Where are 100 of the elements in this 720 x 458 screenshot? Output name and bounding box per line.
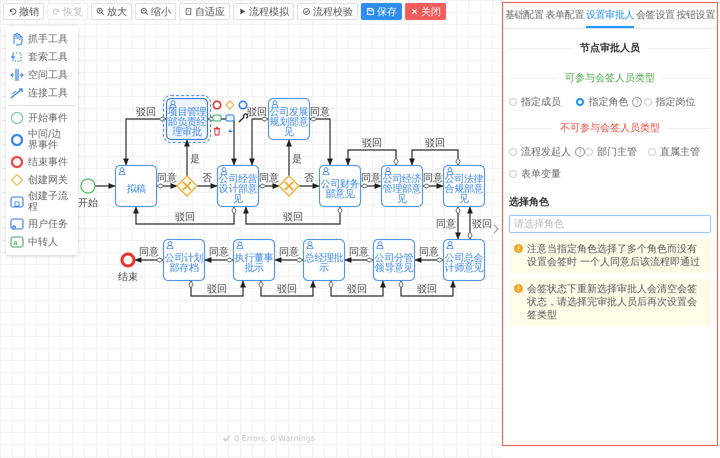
space-icon xyxy=(10,68,24,82)
radio-option[interactable]: 表单变量 xyxy=(509,167,585,181)
edge-label: 驳回 xyxy=(417,284,437,295)
task-label: 公司财务部意见 xyxy=(320,180,360,200)
event-label: 结束 xyxy=(118,272,138,283)
lasso-icon xyxy=(10,50,24,64)
check-icon xyxy=(222,434,231,443)
connector-arrow xyxy=(258,280,316,297)
circle-icon[interactable] xyxy=(212,100,222,110)
zoom-out-icon xyxy=(140,7,149,16)
palette-item[interactable]: 抓手工具 xyxy=(6,30,78,48)
connector-arrow xyxy=(258,183,280,189)
undo-icon xyxy=(8,7,17,16)
edge-label: 同意 xyxy=(157,173,177,184)
connector-arrow xyxy=(274,257,304,263)
edge-label: 是 xyxy=(292,154,302,165)
edge-label: 同意 xyxy=(436,219,456,230)
connector-arrow xyxy=(360,183,382,189)
field-label: 选择角色 xyxy=(509,196,550,209)
connector-arrow xyxy=(467,206,473,240)
check-icon xyxy=(302,7,311,16)
palette-item[interactable]: 开始事件 xyxy=(6,109,78,127)
panel-tab[interactable]: 按钮设置 xyxy=(676,3,715,28)
connector-arrow xyxy=(184,139,190,176)
edge-label: 同意 xyxy=(419,247,439,258)
toolbar-button[interactable]: 自适应 xyxy=(179,3,230,20)
close-icon xyxy=(410,7,419,16)
radio-option[interactable]: 直属主管 xyxy=(648,145,711,159)
connector-arrow xyxy=(204,257,234,263)
toolbar-button[interactable]: 流程模拟 xyxy=(233,3,294,20)
wrench-icon[interactable] xyxy=(238,113,248,123)
collapse-icon[interactable] xyxy=(493,224,499,234)
palette-item[interactable]: 用户任务 xyxy=(6,215,78,233)
circle-icon xyxy=(10,111,24,125)
connector-arrow xyxy=(208,116,237,166)
warning-icon xyxy=(514,284,523,293)
warning-icon xyxy=(514,244,523,253)
palette-item[interactable]: 创建网关 xyxy=(6,171,78,189)
section-title: 节点审批人员 xyxy=(580,41,640,55)
palette-item[interactable]: 创建子流程 xyxy=(6,189,78,215)
user-task-icon xyxy=(10,217,24,231)
edge-label: 驳回 xyxy=(136,107,156,118)
connector-arrow xyxy=(398,280,456,297)
edge-label: 否 xyxy=(304,173,314,184)
radio-option[interactable]: 指定成员 xyxy=(509,95,576,109)
circle-icon xyxy=(10,133,24,147)
edge-label: 驳回 xyxy=(207,284,227,295)
toolbar-button[interactable]: 流程校验 xyxy=(297,3,358,20)
edge-label: 驳回 xyxy=(175,212,195,223)
subprocess-icon xyxy=(10,195,24,209)
edge-label: 同意 xyxy=(361,173,381,184)
toolbar-button[interactable]: 缩小 xyxy=(135,3,176,20)
connector-arrow xyxy=(123,116,166,166)
edge-label: 驳回 xyxy=(362,138,382,149)
edge-label: 同意 xyxy=(279,247,299,258)
notice-text: 会签状态下重新选择审批人会清空会签状态，请选择完审批人员后再次设置会签类型 xyxy=(527,283,698,322)
play-icon xyxy=(238,7,247,16)
redo-icon xyxy=(52,7,61,16)
connector-arrow xyxy=(345,149,398,166)
trash-icon[interactable] xyxy=(212,126,222,136)
connector-arrow xyxy=(95,183,116,189)
connector-arrow xyxy=(299,183,320,189)
task-label: 执行董事批示 xyxy=(234,254,274,274)
palette-item[interactable]: 结束事件 xyxy=(6,153,78,171)
connector-arrow xyxy=(344,257,374,263)
connector-arrow xyxy=(197,183,218,189)
connector-arrow xyxy=(310,116,333,166)
task-label: 公司总会计师意见 xyxy=(444,254,484,274)
connector-arrow xyxy=(455,206,461,240)
connector-arrow xyxy=(188,280,246,297)
task-label: 公司分管领导意见 xyxy=(374,254,414,274)
connector-arrow xyxy=(249,116,268,166)
role-select-field[interactable]: 请选择角色 xyxy=(509,215,711,233)
radio-option[interactable]: 部门主管 xyxy=(585,145,648,159)
panel-tab[interactable]: 基础配置 xyxy=(505,3,544,28)
lightning-icon[interactable] xyxy=(225,126,235,136)
connect-icon xyxy=(10,86,24,100)
palette-item[interactable]: 套索工具 xyxy=(6,48,78,66)
toolbar-button[interactable]: 放大 xyxy=(91,3,132,20)
radio-option[interactable]: 指定岗位 xyxy=(644,95,711,109)
palette-item[interactable]: 空间工具 xyxy=(6,66,78,84)
section-heading: 可参与会签人员类型 xyxy=(565,72,655,85)
panel-tab[interactable]: 会签设置 xyxy=(636,3,674,28)
connector-arrow xyxy=(328,280,386,297)
circle-icon[interactable] xyxy=(238,100,248,110)
panel-tab[interactable]: 设置审批人 xyxy=(586,3,634,28)
palette-item[interactable]: 连接工具 xyxy=(6,84,78,102)
event-label: 开始 xyxy=(78,198,98,209)
palette-item[interactable]: 中间/边界事件 xyxy=(6,127,78,153)
notice-text: 注意当指定角色选择了多个角色而没有设置会签时 一个人同意后该流程即通过 xyxy=(527,243,702,269)
toolbar-button[interactable]: 撤销 xyxy=(3,3,44,20)
panel-tab[interactable]: 表单配置 xyxy=(545,3,584,28)
edge-label: 同意 xyxy=(209,247,229,258)
edge-label: 同意 xyxy=(139,247,159,258)
toolbar-button[interactable]: 保存 xyxy=(361,3,402,20)
palette-item[interactable]: 中转人 xyxy=(6,233,78,251)
toolbar-button[interactable]: 关闭 xyxy=(405,3,446,20)
fit-icon xyxy=(184,7,193,16)
edge-label: 同意 xyxy=(349,247,369,258)
save-icon xyxy=(366,7,375,16)
